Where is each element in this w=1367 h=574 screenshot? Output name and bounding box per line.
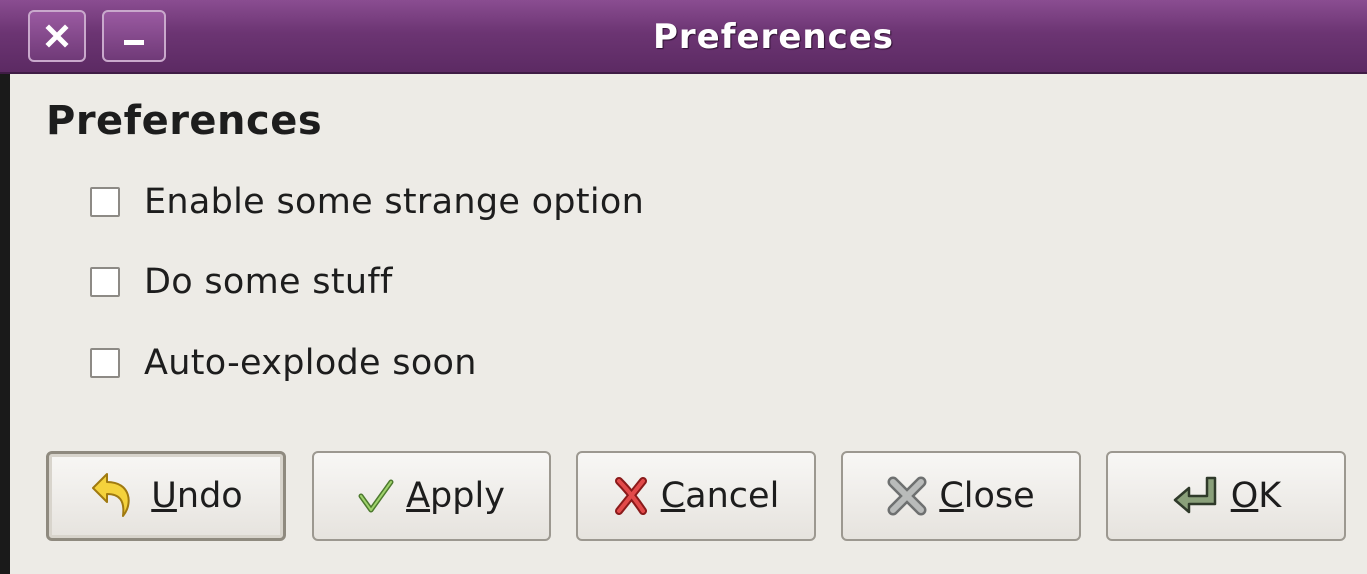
enter-arrow-icon — [1171, 474, 1219, 518]
cancel-label: Cancel — [660, 476, 780, 516]
option-auto-explode[interactable]: Auto-explode soon — [90, 343, 477, 383]
ok-label: OK — [1230, 476, 1282, 516]
apply-button[interactable]: Apply — [312, 451, 551, 541]
option-do-stuff[interactable]: Do some stuff — [90, 262, 393, 302]
undo-arrow-icon — [89, 468, 139, 524]
red-x-icon — [613, 477, 649, 515]
ok-button[interactable]: OK — [1106, 451, 1346, 541]
option-label: Auto-explode soon — [144, 343, 477, 383]
option-enable-strange[interactable]: Enable some strange option — [90, 182, 644, 222]
close-button[interactable]: Close — [841, 451, 1081, 541]
option-label: Do some stuff — [144, 262, 393, 302]
checkmark-icon — [358, 478, 394, 514]
undo-button[interactable]: Undo — [46, 451, 286, 541]
section-heading: Preferences — [46, 98, 323, 144]
checkbox[interactable] — [90, 348, 120, 378]
undo-label: Undo — [151, 476, 243, 516]
apply-label: Apply — [406, 476, 505, 516]
close-label: Close — [939, 476, 1035, 516]
option-label: Enable some strange option — [144, 182, 645, 222]
window-left-border — [0, 74, 10, 574]
preferences-window: Preferences Preferences Enable some stra… — [0, 0, 1367, 574]
checkbox[interactable] — [90, 187, 120, 217]
gray-x-icon — [887, 476, 927, 516]
cancel-button[interactable]: Cancel — [576, 451, 816, 541]
window-title: Preferences — [652, 17, 895, 57]
title-bar[interactable]: Preferences — [0, 0, 1367, 74]
checkbox[interactable] — [90, 267, 120, 297]
